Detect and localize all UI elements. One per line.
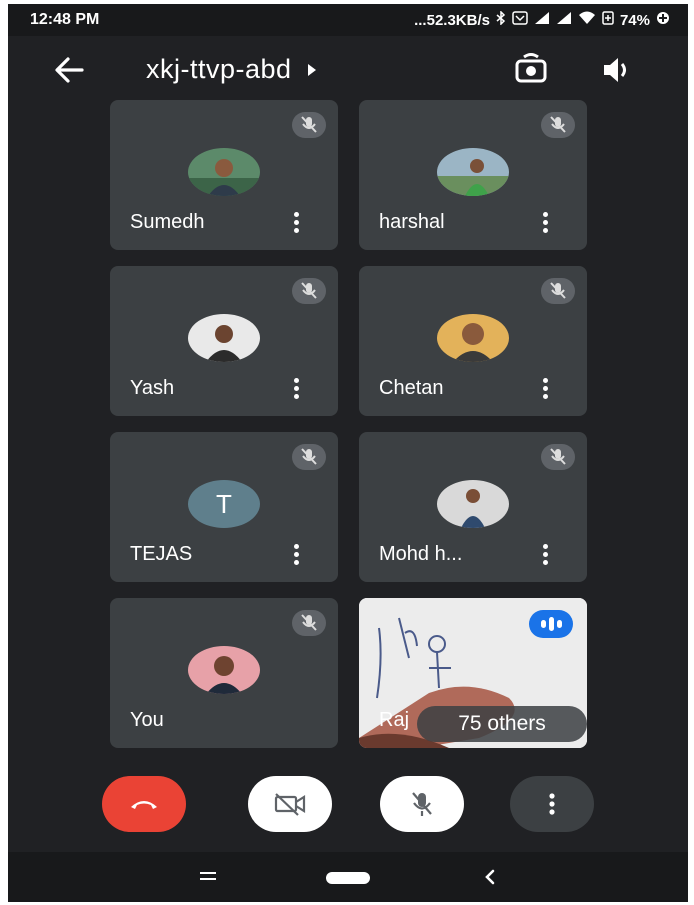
more-options-icon[interactable] [539,542,551,566]
meeting-title-button[interactable]: xkj-ttvp-abd [146,54,316,85]
video-feed-tile[interactable]: Raj 75 others [359,598,587,748]
avatar [437,148,509,196]
avatar [188,646,260,694]
participant-name: You [130,709,164,731]
more-options-icon[interactable] [290,376,302,400]
mic-off-icon [292,444,326,470]
avatar [188,314,260,362]
mic-toggle-button[interactable] [380,776,464,832]
more-options-icon[interactable] [539,210,551,234]
caret-right-icon [307,63,316,76]
status-icons: ...52.3KB/s 74% [414,10,670,29]
meeting-header: xkj-ttvp-abd [8,36,688,106]
participant-name: Yash [130,377,175,399]
speaking-indicator-icon [529,610,573,638]
more-options-icon [549,793,555,815]
mic-off-icon [292,278,326,304]
back-arrow-icon[interactable] [52,54,88,86]
battery-icon [656,11,670,29]
participant-name: Raj [379,709,410,731]
status-bar: 12:48 PM ...52.3KB/s 74% [8,4,688,36]
participant-name: Sumedh [130,211,205,233]
participant-name: Mohd h... [379,543,463,565]
hang-up-button[interactable] [102,776,186,832]
battery-percent: 74% [619,11,650,29]
home-pill-button[interactable] [326,872,370,884]
flip-camera-icon[interactable] [512,52,550,88]
network-speed: ...52.3KB/s [414,11,490,29]
avatar-initial: T [188,480,260,528]
hang-up-icon [131,801,157,809]
participant-tile[interactable]: harshal [359,100,587,250]
volte-icon [512,11,528,29]
participant-name: TEJAS [130,543,193,565]
speaker-icon[interactable] [600,54,634,86]
participant-tile[interactable]: T TEJAS [110,432,338,582]
mic-off-icon [412,792,432,816]
mic-off-icon [541,112,575,138]
avatar [437,314,509,362]
wifi-icon [578,11,596,29]
nav-back-icon[interactable] [484,868,496,886]
more-options-icon[interactable] [290,210,302,234]
camera-off-icon [274,793,306,816]
camera-toggle-button[interactable] [248,776,332,832]
status-time: 12:48 PM [30,11,100,28]
participant-tile[interactable]: Sumedh [110,100,338,250]
signal-icon-2 [556,11,572,29]
participant-tile[interactable]: Mohd h... [359,432,587,582]
data-saver-icon [602,11,614,29]
bluetooth-icon [496,10,506,29]
avatar [188,148,260,196]
more-options-icon[interactable] [539,376,551,400]
participant-tile[interactable]: Chetan [359,266,587,416]
participant-tile-self[interactable]: You [110,598,338,748]
others-count-badge[interactable]: 75 others [417,706,587,742]
participant-name: Chetan [379,377,444,399]
participant-name: harshal [379,211,445,233]
meeting-code: xkj-ttvp-abd [146,54,292,84]
participant-tile[interactable]: Yash [110,266,338,416]
mic-off-icon [292,112,326,138]
meet-screen: 12:48 PM ...52.3KB/s 74% xkj-ttvp-abd Su… [8,4,688,902]
avatar [437,480,509,528]
signal-icon [534,11,550,29]
more-options-icon[interactable] [290,542,302,566]
mic-off-icon [541,444,575,470]
mic-off-icon [541,278,575,304]
mic-off-icon [292,610,326,636]
system-nav-bar [8,852,688,902]
menu-icon[interactable] [200,872,216,882]
more-options-button[interactable] [510,776,594,832]
